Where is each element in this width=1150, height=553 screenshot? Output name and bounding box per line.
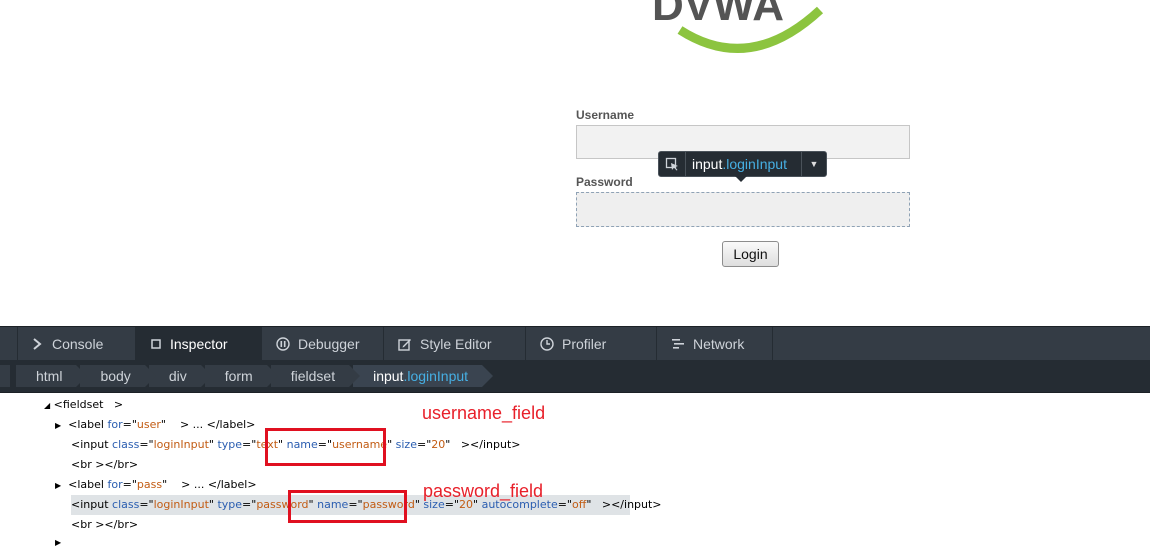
tab-inspector[interactable]: Inspector [136,327,262,360]
tab-profiler[interactable]: Profiler [526,327,657,360]
markup-node-label-pass[interactable]: ▶ <label for="pass" > ... </label> [55,475,257,495]
node-picker-icon[interactable] [659,152,686,176]
collapsed-triangle-icon[interactable]: ▶ [55,421,61,430]
password-label: Password [576,175,633,189]
breadcrumb-item-input[interactable]: input .loginInput [353,365,494,387]
network-icon [671,338,685,350]
tooltip-selector: input.loginInput [692,156,787,172]
expand-triangle-icon[interactable]: ◢ [44,401,50,410]
markup-node-br[interactable]: <br ></br> [71,455,138,475]
markup-view: ◢ <fieldset > ▶ <label for="user" > ... … [0,393,1150,547]
password-input[interactable] [576,192,910,227]
dvwa-logo: DVWA [640,0,840,60]
breadcrumb-item-html[interactable]: html [16,365,88,387]
debugger-icon [276,336,290,351]
inspector-tooltip: input.loginInput ▼ [658,151,827,177]
dvwa-login-page: DVWA Username Password Login input.login… [0,0,1150,326]
username-highlight-box [265,428,386,466]
style-editor-icon [398,337,412,351]
username-annotation: username_field [422,403,546,423]
breadcrumb-item-form[interactable]: form [204,365,278,387]
breadcrumb-item-body[interactable]: body [80,365,157,387]
toolbar-spacer [0,327,18,360]
markup-node-br[interactable]: <br ></br> [71,515,138,535]
chevron-down-icon[interactable]: ▼ [801,152,826,176]
breadcrumb: html body div form fieldset input .loginI… [0,360,1150,393]
username-label: Username [576,108,635,122]
password-annotation: password_field [423,481,544,501]
collapsed-triangle-icon[interactable]: ▶ [55,533,61,553]
login-button[interactable]: Login [722,241,779,267]
logo-text: DVWA [652,0,784,30]
password-highlight-box [288,490,407,523]
console-icon [32,337,44,350]
tab-console[interactable]: Console [18,327,136,360]
breadcrumb-scroll-left[interactable] [0,365,10,387]
tab-style-editor[interactable]: Style Editor [384,327,526,360]
tab-debugger[interactable]: Debugger [262,327,384,360]
markup-node-fieldset[interactable]: ◢ <fieldset > [44,395,123,415]
inspector-icon [150,338,162,350]
tab-network[interactable]: Network [657,327,773,360]
markup-node-label-user[interactable]: ▶ <label for="user" > ... </label> [55,415,255,435]
collapsed-triangle-icon[interactable]: ▶ [55,481,61,490]
profiler-icon [540,336,554,351]
breadcrumb-item-div[interactable]: div [148,365,212,387]
breadcrumb-item-fieldset[interactable]: fieldset [270,365,361,387]
tooltip-arrow [735,176,747,182]
devtools-toolbar: Console Inspector Debugger Style Editor … [0,326,1150,360]
